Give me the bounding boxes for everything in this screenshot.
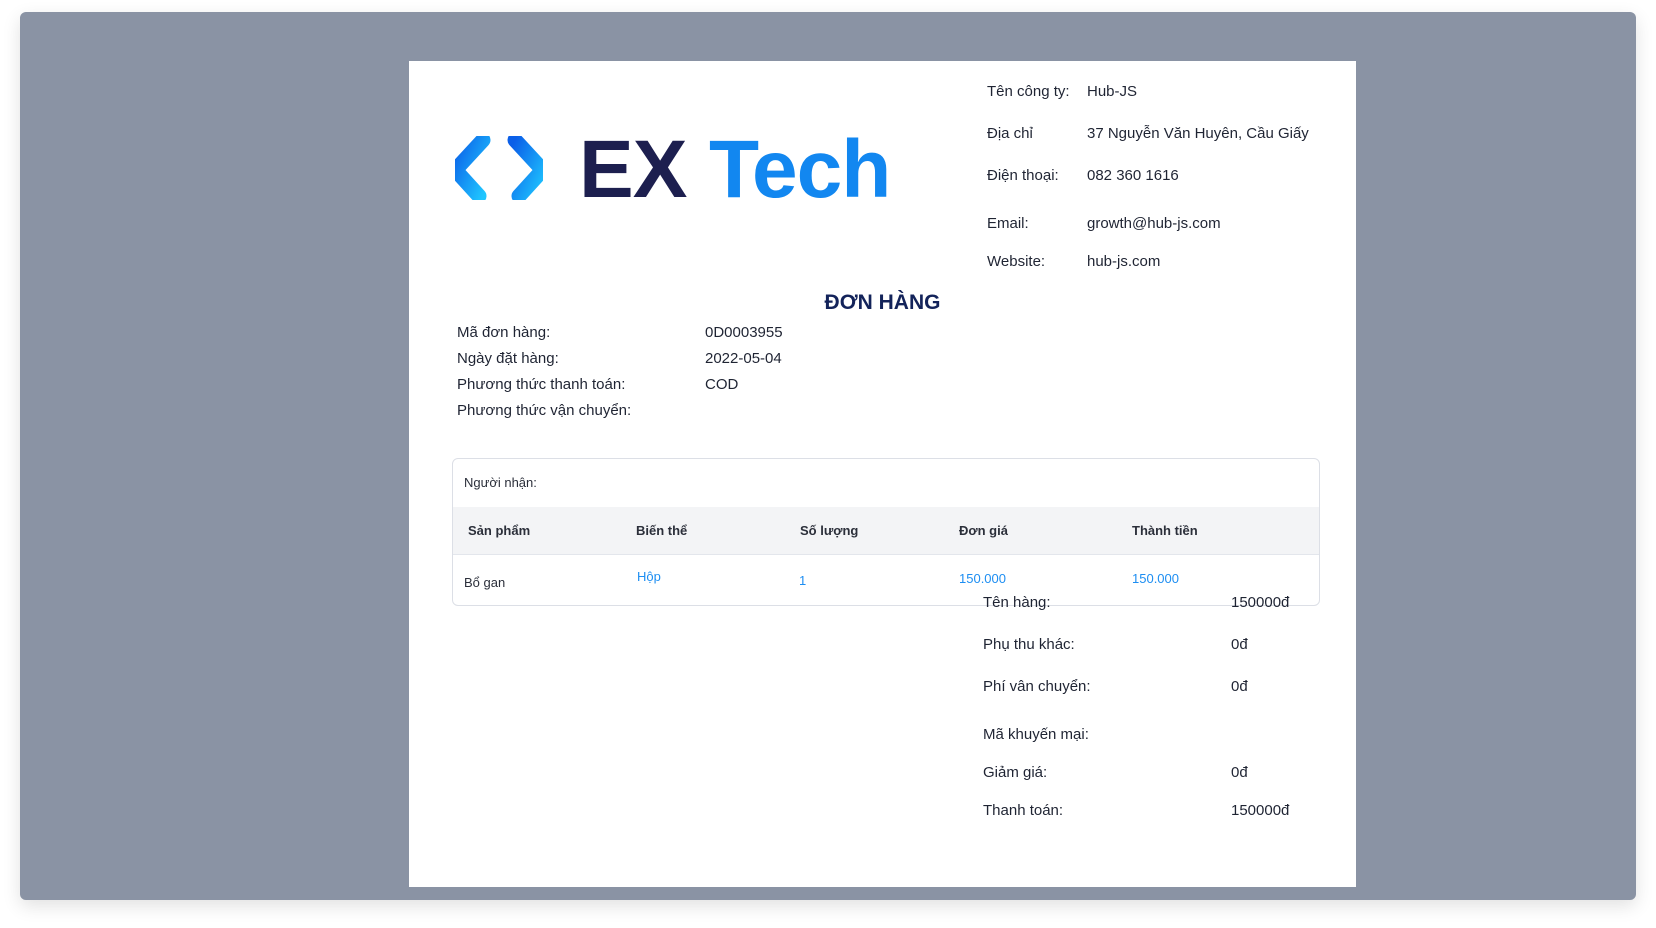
table-row: Bổ gan Hộp 1 150.000 150.000 [453,555,1319,605]
header-product: Sản phẩm [468,523,531,538]
cell-variant: Hộp [637,569,661,584]
summary-surcharge-value: 0đ [1231,636,1248,653]
header-unit-price: Đơn giá [959,523,1008,538]
recipient-label: Người nhận: [464,475,537,490]
logo-text-ex: EX [579,124,687,215]
ex-tech-logo-icon [455,136,543,200]
summary-discount-label: Giảm giá: [983,764,1048,781]
document-title: ĐƠN HÀNG [824,291,941,314]
table-header-row: Sản phẩm Biến thể Số lượng Đơn giá Thành… [453,507,1319,555]
invoice-paper: EX Tech Tên công ty: Hub-JS Địa chỉ 37 N… [409,61,1356,887]
email-value: growth@hub-js.com [1087,215,1221,232]
company-name-value: Hub-JS [1087,83,1138,100]
summary-discount-value: 0đ [1231,764,1248,781]
summary-goods-label: Tên hàng: [983,594,1051,611]
header-total: Thành tiền [1132,523,1198,538]
header-variant: Biến thể [636,523,688,538]
cell-unit-price: 150.000 [959,571,1006,586]
summary-shipping-label: Phí vân chuyển: [983,678,1091,695]
recipient-row: Người nhận: [453,459,1319,508]
shipping-method-label: Phương thức vận chuyển: [457,402,632,419]
address-value: 37 Nguyễn Văn Huyên, Cầu Giấy [1087,125,1309,142]
order-date-label: Ngày đặt hàng: [457,350,559,367]
order-date-value: 2022-05-04 [705,350,782,367]
summary-shipping-value: 0đ [1231,678,1248,695]
cell-product: Bổ gan [464,575,506,590]
cell-quantity: 1 [799,573,807,588]
summary-payment-label: Thanh toán: [983,802,1064,819]
summary-promo-label: Mã khuyến mại: [983,726,1089,743]
cell-total: 150.000 [1132,571,1179,586]
address-label: Địa chỉ [987,125,1033,142]
phone-value: 082 360 1616 [1087,167,1179,184]
summary-goods-value: 150000đ [1231,594,1290,611]
payment-method-label: Phương thức thanh toán: [457,376,626,393]
order-items-table: Người nhận: Sản phẩm Biến thể Số lượng Đ… [452,458,1320,606]
company-name-label: Tên công ty: [987,83,1070,100]
email-label: Email: [987,215,1029,232]
website-value: hub-js.com [1087,253,1161,270]
preview-frame: EX Tech Tên công ty: Hub-JS Địa chỉ 37 N… [20,12,1636,900]
logo-text-tech: Tech [709,124,891,215]
summary-payment-value: 150000đ [1231,802,1290,819]
order-id-value: 0D0003955 [705,324,783,341]
order-id-label: Mã đơn hàng: [457,324,551,341]
summary-surcharge-label: Phụ thu khác: [983,636,1075,653]
payment-method-value: COD [705,376,739,393]
header-quantity: Số lượng [800,523,859,538]
website-label: Website: [987,253,1046,270]
phone-label: Điện thoại: [987,167,1059,184]
